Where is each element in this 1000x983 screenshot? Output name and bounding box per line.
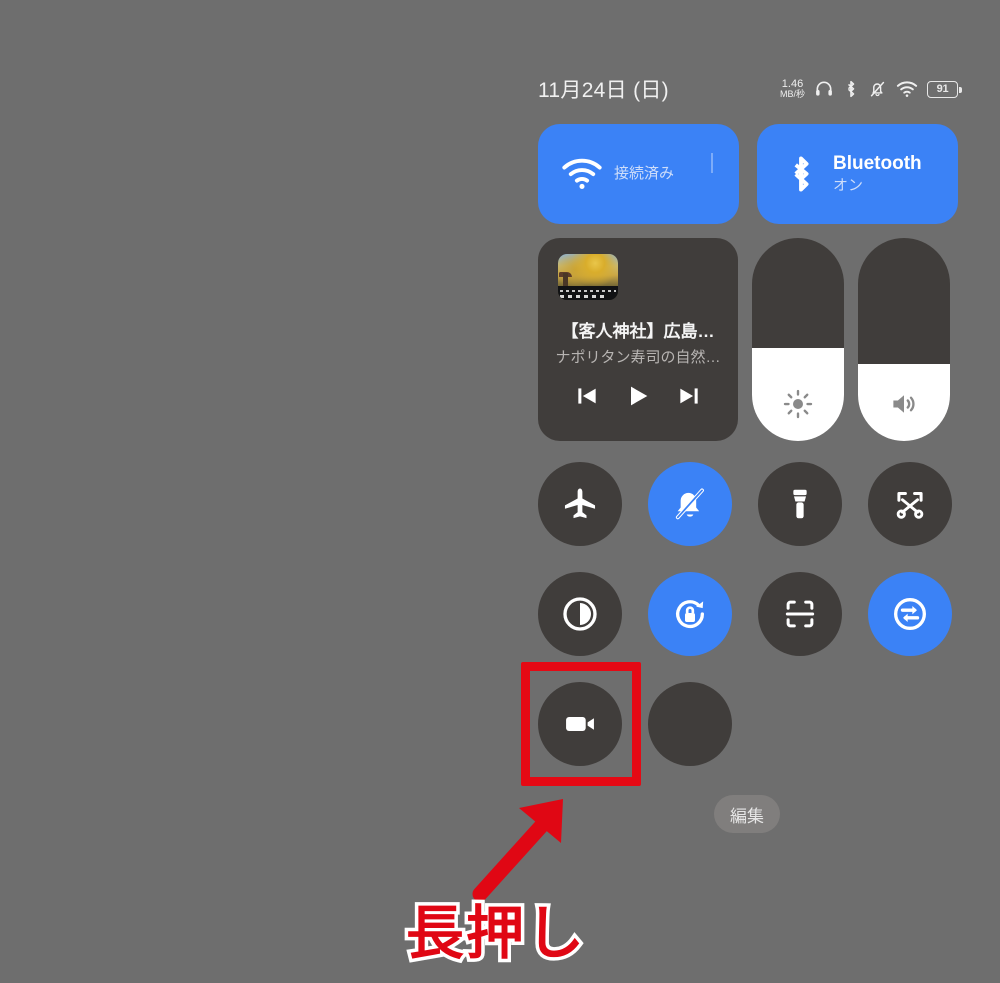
wifi-icon — [560, 157, 604, 191]
status-bar: 11月24日 (日) 1.46 MB/秒 91 — [538, 72, 962, 106]
media-album-art — [558, 254, 618, 300]
toggle-flashlight[interactable] — [758, 462, 842, 546]
bell-muted-icon — [675, 488, 704, 520]
bluetooth-tile[interactable]: Bluetooth オン — [757, 124, 958, 224]
media-controls — [554, 378, 722, 414]
scissors-crop-icon — [896, 492, 924, 519]
rotation-lock-icon — [676, 600, 705, 629]
toggle-airplane-mode[interactable] — [538, 462, 622, 546]
video-camera-icon — [566, 717, 594, 731]
next-track-button[interactable] — [671, 378, 707, 414]
toggle-scan-code[interactable] — [758, 572, 842, 656]
network-speed-indicator: 1.46 MB/秒 — [780, 79, 805, 99]
bluetooth-icon — [847, 80, 855, 98]
toggle-row-2 — [538, 572, 958, 656]
edit-button-label: 編集 — [730, 806, 764, 826]
volume-slider[interactable] — [858, 238, 950, 441]
media-title: 【客人神社】広島… — [561, 322, 715, 341]
sync-arrows-icon — [893, 597, 927, 631]
wifi-tile[interactable]: 接続済み — [538, 124, 739, 224]
wifi-tile-caret — [711, 153, 713, 173]
bluetooth-tile-title: Bluetooth — [833, 153, 922, 175]
scan-frame-icon — [785, 600, 815, 628]
status-date: 11月24日 (日) — [538, 79, 669, 102]
contrast-circle-icon — [563, 597, 597, 631]
volume-icon — [858, 389, 950, 419]
toggle-rotation-lock[interactable] — [648, 572, 732, 656]
toggle-empty-slot[interactable] — [648, 682, 732, 766]
media-player-card[interactable]: 【客人神社】広島… ナポリタン寿司の自然… — [538, 238, 738, 441]
brightness-slider[interactable] — [752, 238, 844, 441]
control-center-screen: 11月24日 (日) 1.46 MB/秒 91 接続済み Bluetooth オ… — [0, 0, 1000, 983]
headphones-icon — [816, 81, 832, 96]
bluetooth-tile-status: オン — [833, 177, 864, 195]
wifi-icon — [896, 81, 918, 97]
annotation-caption: 長押し — [402, 896, 587, 971]
bluetooth-icon — [779, 153, 823, 195]
brightness-icon — [752, 389, 844, 419]
connectivity-tiles-row: 接続済み Bluetooth オン — [538, 124, 958, 224]
wifi-tile-status: 接続済み — [614, 165, 675, 183]
status-icons-group: 1.46 MB/秒 91 — [780, 79, 962, 99]
toggle-dark-mode[interactable] — [538, 572, 622, 656]
media-subtitle: ナポリタン寿司の自然… — [555, 349, 721, 366]
bell-muted-icon — [870, 81, 885, 97]
toggle-silent-mode[interactable] — [648, 462, 732, 546]
play-button[interactable] — [620, 378, 656, 414]
previous-track-button[interactable] — [569, 378, 605, 414]
wifi-tile-labels: 接続済み — [614, 164, 674, 184]
album-art-caption-bar — [558, 286, 618, 300]
toggle-data-sync[interactable] — [868, 572, 952, 656]
bluetooth-tile-labels: Bluetooth オン — [833, 152, 922, 195]
toggle-screenshot[interactable] — [868, 462, 952, 546]
edit-button[interactable]: 編集 — [714, 795, 780, 833]
airplane-icon — [564, 488, 596, 519]
toggle-screen-recorder[interactable] — [538, 682, 622, 766]
battery-indicator: 91 — [927, 80, 962, 98]
flashlight-icon — [793, 489, 807, 519]
network-speed-unit: MB/秒 — [779, 89, 805, 99]
battery-percent-label: 91 — [936, 83, 949, 95]
annotation-arrow-up-right-icon — [472, 799, 563, 900]
quick-toggles-grid — [538, 462, 958, 792]
media-and-sliders-row: 【客人神社】広島… ナポリタン寿司の自然… — [538, 238, 958, 441]
toggle-row-3 — [538, 682, 958, 766]
toggle-row-1 — [538, 462, 958, 546]
